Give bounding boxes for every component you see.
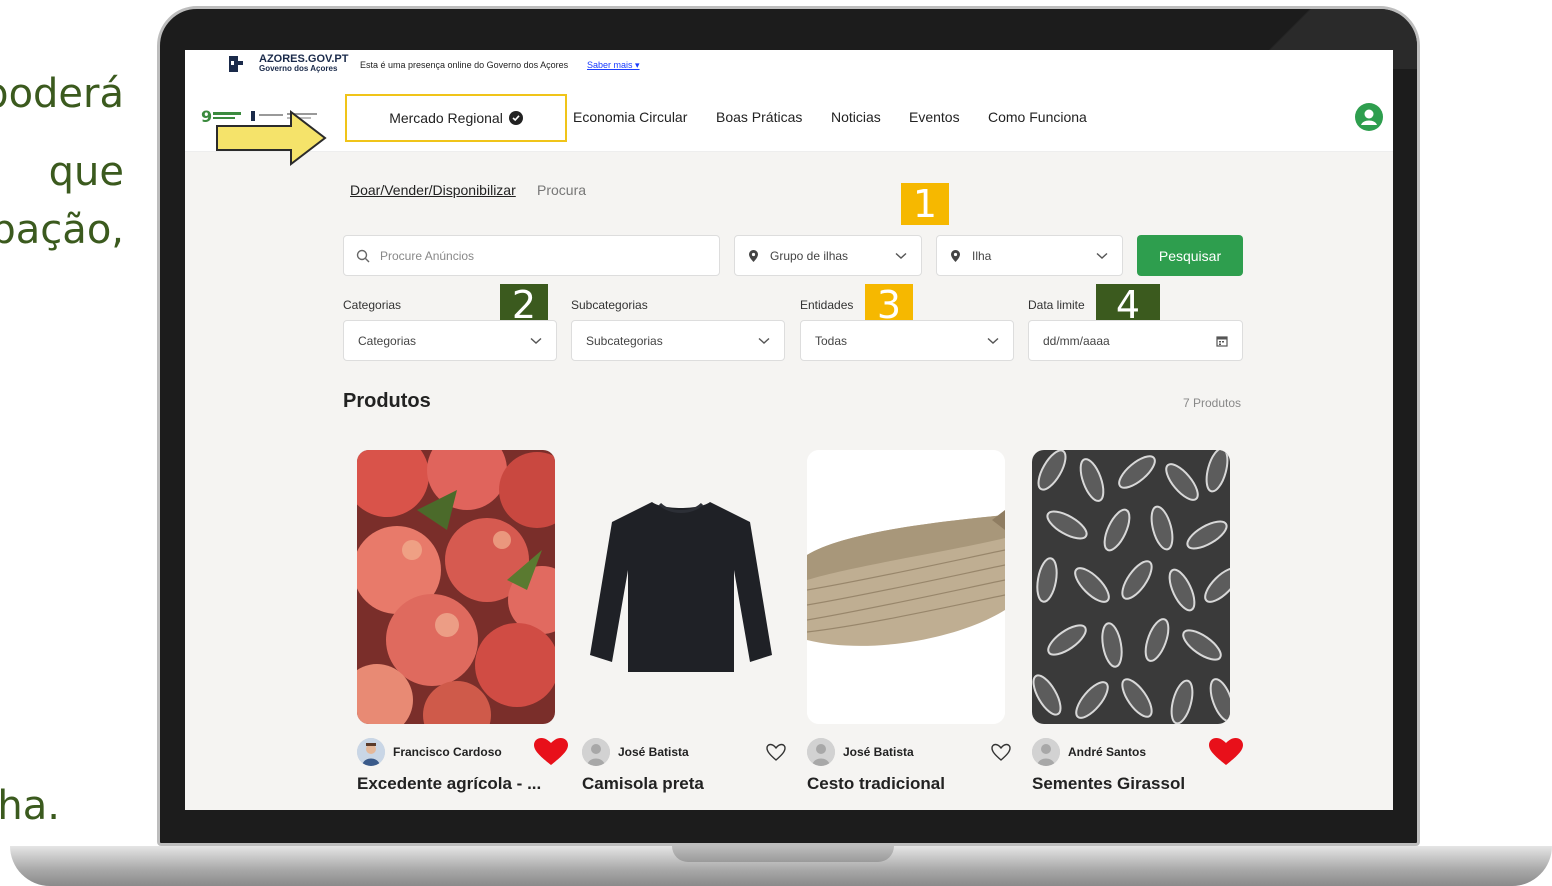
entities-value: Todas bbox=[815, 333, 848, 348]
nav-item-economia-circular[interactable]: Economia Circular bbox=[573, 109, 687, 125]
heart-outline-icon[interactable] bbox=[758, 738, 794, 766]
laptop-notch bbox=[672, 846, 894, 862]
island-group-value: Grupo de ilhas bbox=[770, 248, 849, 263]
island-select[interactable]: Ilha bbox=[936, 235, 1123, 276]
subcategories-label: Subcategorias bbox=[571, 298, 648, 312]
gov-message: Esta é uma presença online do Governo do… bbox=[360, 60, 569, 70]
avatar bbox=[807, 738, 835, 766]
location-pin-icon bbox=[749, 249, 758, 262]
search-button[interactable]: Pesquisar bbox=[1137, 235, 1243, 276]
avatar bbox=[1032, 738, 1060, 766]
heart-filled-icon[interactable] bbox=[1208, 738, 1244, 766]
avatar bbox=[582, 738, 610, 766]
search-icon bbox=[356, 249, 370, 262]
nav-item-mercado-regional[interactable]: Mercado Regional bbox=[345, 94, 567, 142]
heart-filled-icon[interactable] bbox=[533, 738, 569, 766]
browser-screen: AZORES.GOV.PT Governo dos Açores Esta é … bbox=[185, 50, 1393, 810]
product-title[interactable]: Cesto tradicional bbox=[807, 774, 945, 794]
island-group-select[interactable]: Grupo de ilhas bbox=[734, 235, 922, 276]
product-card[interactable]: José Batista Cesto tradicional bbox=[807, 450, 1011, 793]
product-title[interactable]: Camisola preta bbox=[582, 774, 704, 794]
nav-item-boas-praticas[interactable]: Boas Práticas bbox=[716, 109, 802, 125]
calendar-icon[interactable] bbox=[1216, 335, 1228, 347]
gov-bar: AZORES.GOV.PT Governo dos Açores Esta é … bbox=[185, 50, 1393, 82]
product-title[interactable]: Sementes Girassol bbox=[1032, 774, 1185, 794]
product-card[interactable]: André Santos Sementes Girassol bbox=[1032, 450, 1243, 793]
date-limit-value: dd/mm/aaaa bbox=[1043, 333, 1110, 348]
product-seller: Francisco Cardoso bbox=[357, 738, 569, 766]
search-placeholder: Procure Anúncios bbox=[380, 248, 475, 263]
seller-name: José Batista bbox=[843, 745, 914, 759]
chevron-down-icon bbox=[987, 337, 999, 344]
chevron-down-icon bbox=[530, 337, 542, 344]
tab-procura[interactable]: Procura bbox=[537, 182, 586, 198]
subcategories-value: Subcategorias bbox=[586, 333, 663, 348]
gov-logo-icon bbox=[229, 56, 243, 72]
heart-outline-icon[interactable] bbox=[983, 738, 1019, 766]
product-image-sweater[interactable] bbox=[582, 450, 780, 724]
seller-name: André Santos bbox=[1068, 745, 1147, 759]
avatar bbox=[357, 738, 385, 766]
product-image-peaches[interactable] bbox=[357, 450, 555, 724]
product-card[interactable]: Francisco Cardoso Excedente agrícola - .… bbox=[357, 450, 568, 793]
product-seller: André Santos bbox=[1032, 738, 1244, 766]
nav-item-label: Mercado Regional bbox=[389, 110, 503, 126]
categories-select[interactable]: Categorias bbox=[343, 320, 557, 361]
subcategories-select[interactable]: Subcategorias bbox=[571, 320, 785, 361]
product-seller: José Batista bbox=[807, 738, 1019, 766]
svg-text:9: 9 bbox=[201, 108, 212, 124]
date-limit-input[interactable]: dd/mm/aaaa bbox=[1028, 320, 1243, 361]
product-title[interactable]: Excedente agrícola - ... bbox=[357, 774, 541, 794]
arrow-right-icon bbox=[216, 110, 327, 166]
chevron-down-icon bbox=[758, 337, 770, 344]
product-seller: José Batista bbox=[582, 738, 794, 766]
saber-mais-link[interactable]: Saber mais ▾ bbox=[587, 60, 640, 71]
location-pin-icon bbox=[951, 249, 960, 262]
slide-text-fragment: ha. bbox=[0, 783, 60, 829]
check-circle-icon bbox=[508, 111, 523, 125]
categories-label: Categorias bbox=[343, 298, 402, 312]
user-account-icon[interactable] bbox=[1355, 103, 1383, 131]
seller-name: Francisco Cardoso bbox=[393, 745, 502, 759]
nav-item-como-funciona[interactable]: Como Funciona bbox=[988, 109, 1087, 125]
main-nav: 9 Mercado Regional Economia Circular Boa… bbox=[185, 82, 1393, 152]
nav-item-noticias[interactable]: Noticias bbox=[831, 109, 881, 125]
island-value: Ilha bbox=[972, 248, 992, 263]
gov-subtitle: Governo dos Açores bbox=[259, 64, 338, 73]
tab-doar-vender[interactable]: Doar/Vender/Disponibilizar bbox=[350, 182, 516, 198]
nav-item-eventos[interactable]: Eventos bbox=[909, 109, 960, 125]
slide-text-fragment: que bbox=[48, 149, 124, 195]
product-card[interactable]: José Batista Camisola preta bbox=[582, 450, 786, 793]
categories-value: Categorias bbox=[358, 333, 417, 348]
chevron-down-icon bbox=[1096, 252, 1108, 259]
search-input[interactable]: Procure Anúncios bbox=[343, 235, 720, 276]
product-image-seeds[interactable] bbox=[1032, 450, 1230, 724]
product-image-basket[interactable] bbox=[807, 450, 1005, 724]
slide-text-fragment: poderá bbox=[0, 71, 124, 117]
date-limit-label: Data limite bbox=[1028, 298, 1085, 312]
seller-name: José Batista bbox=[618, 745, 689, 759]
slide-text-fragment: pação, bbox=[0, 207, 124, 253]
entities-label: Entidades bbox=[800, 298, 854, 312]
products-count: 7 Produtos bbox=[1183, 396, 1242, 410]
chevron-down-icon bbox=[895, 252, 907, 259]
annotation-badge-1: 1 bbox=[901, 182, 949, 226]
products-title: Produtos bbox=[343, 390, 431, 412]
entities-select[interactable]: Todas bbox=[800, 320, 1014, 361]
